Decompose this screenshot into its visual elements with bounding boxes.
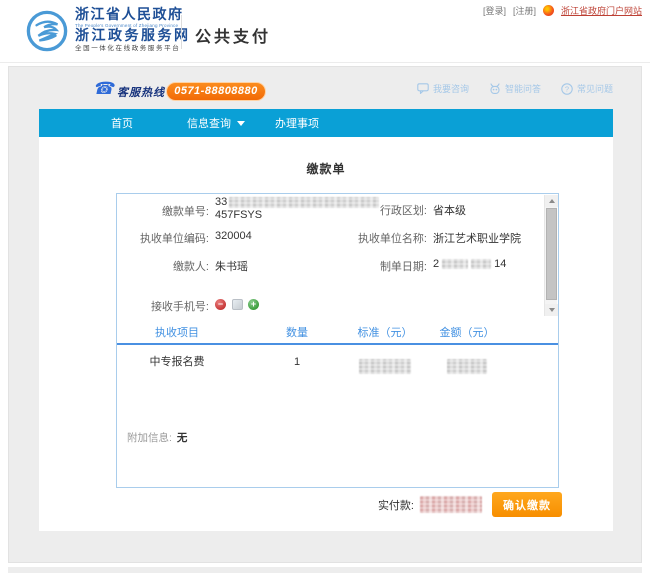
- page: 浙江省人民政府 The People's Government of Zheji…: [0, 0, 650, 574]
- chat-icon: [417, 83, 429, 94]
- amount-masked: [447, 359, 487, 374]
- fee-qty: 1: [267, 347, 327, 377]
- site-slogan: 全国一体化在线政务服务平台: [75, 46, 191, 53]
- pay-row: 实付款: 确认缴款: [378, 492, 562, 517]
- account-links: [登录] [注册] 浙江省政府门户网站: [483, 4, 642, 17]
- field-row-phone: 接收手机号: − +: [117, 298, 544, 314]
- help-links: 我要咨询 智能问答 ? 常见问题: [417, 82, 613, 95]
- nav-handle-matters-label: 办理事项: [275, 115, 319, 131]
- scroll-down-icon[interactable]: [545, 304, 558, 316]
- faq-link[interactable]: ? 常见问题: [561, 82, 613, 95]
- bill-no-value-line2: 457FSYS: [215, 209, 262, 221]
- date-value: 214: [433, 258, 506, 270]
- fee-amount: [427, 347, 507, 377]
- unit-name-label: 执收单位名称:: [297, 230, 427, 246]
- header-divider: [181, 15, 182, 49]
- extra-info: 附加信息: 无: [127, 430, 187, 445]
- consult-label: 我要咨询: [433, 82, 469, 95]
- date-masked-2: [471, 259, 491, 269]
- payer-value: 朱书瑶: [215, 258, 248, 274]
- payment-panel: 缴款单 缴款单号: 33 457FSYS 行政区划: 省本级 执收单位编码: 3…: [39, 137, 613, 531]
- unit-code-value: 320004: [215, 230, 252, 242]
- question-icon: ?: [561, 83, 573, 95]
- site-name: 浙江政务服务网: [75, 30, 191, 44]
- date-masked-1: [442, 259, 468, 269]
- hotline-number-badge: 0571-88808880: [166, 82, 266, 101]
- edit-icon[interactable]: [232, 299, 243, 310]
- nav-item-handle-matters[interactable]: 办理事项: [275, 115, 319, 131]
- register-link[interactable]: [注册]: [513, 4, 536, 17]
- region-label: 行政区划:: [297, 202, 427, 218]
- confirm-payment-button[interactable]: 确认缴款: [492, 492, 562, 517]
- col-qty: 数量: [267, 322, 327, 345]
- bill-no-label: 缴款单号:: [117, 203, 209, 219]
- hotline-label: 客服热线: [117, 84, 165, 100]
- phone-label: 接收手机号:: [117, 298, 209, 314]
- fee-table-row: 中专报名费 1: [117, 347, 558, 377]
- phone-icon: ☎: [92, 79, 117, 99]
- robot-icon: [489, 83, 501, 95]
- unit-name-value: 浙江艺术职业学院: [433, 230, 521, 246]
- field-row-payer-date: 缴款人: 朱书瑶 制单日期: 214: [117, 258, 544, 274]
- nav-home-label: 首页: [111, 115, 133, 131]
- col-amount: 金额（元）: [427, 322, 507, 345]
- extra-info-label: 附加信息:: [127, 432, 172, 444]
- col-standard: 标准（元）: [345, 322, 425, 345]
- region-value: 省本级: [433, 202, 466, 218]
- date-label: 制单日期:: [297, 258, 427, 274]
- svg-text:?: ?: [565, 84, 569, 93]
- faq-label: 常见问题: [577, 82, 613, 95]
- payment-slip-title: 缴款单: [39, 160, 613, 177]
- extra-info-value: 无: [177, 432, 188, 444]
- chevron-down-icon: [237, 121, 245, 126]
- gov-name-en: The People's Government of Zhejiang Prov…: [75, 24, 191, 29]
- nav-item-info-query[interactable]: 信息查询: [187, 115, 245, 131]
- nav-item-home[interactable]: 首页: [111, 115, 133, 131]
- national-emblem-icon: [543, 5, 554, 16]
- logo-text-block: 浙江省人民政府 The People's Government of Zheji…: [75, 9, 191, 52]
- consult-link[interactable]: 我要咨询: [417, 82, 469, 95]
- fields-scroll-area: 缴款单号: 33 457FSYS 行政区划: 省本级 执收单位编码: 32000…: [117, 194, 558, 318]
- field-row-unit: 执收单位编码: 320004 执收单位名称: 浙江艺术职业学院: [117, 230, 544, 246]
- payer-label: 缴款人:: [117, 258, 209, 274]
- standard-masked: [359, 359, 411, 374]
- fee-table-header: 执收项目 数量 标准（元） 金额（元）: [117, 322, 558, 345]
- scrollbar: [544, 195, 557, 316]
- scroll-up-icon[interactable]: [545, 195, 558, 207]
- fee-item: 中专报名费: [135, 347, 219, 377]
- site-header: 浙江省人民政府 The People's Government of Zheji…: [0, 0, 650, 63]
- nav-bar: 首页 信息查询 办理事项: [39, 109, 613, 137]
- portal-link[interactable]: 浙江省政府门户网站: [561, 4, 642, 17]
- smart-qa-label: 智能问答: [505, 82, 541, 95]
- smart-qa-link[interactable]: 智能问答: [489, 82, 541, 95]
- add-icon[interactable]: +: [248, 299, 259, 310]
- payment-detail-box: 缴款单号: 33 457FSYS 行政区划: 省本级 执收单位编码: 32000…: [116, 193, 559, 488]
- amount-due-masked: [420, 496, 482, 513]
- amount-due-label: 实付款:: [378, 497, 414, 513]
- unit-code-label: 执收单位编码:: [117, 230, 209, 246]
- gov-name: 浙江省人民政府: [75, 9, 191, 23]
- page-title: 公共支付: [195, 23, 271, 47]
- login-link[interactable]: [登录]: [483, 4, 506, 17]
- scrollbar-thumb[interactable]: [546, 208, 557, 300]
- content-container: ☎ 客服热线 0571-88808880 我要咨询 智能问答: [8, 66, 642, 563]
- nav-info-query-label: 信息查询: [187, 115, 231, 131]
- col-item: 执收项目: [135, 322, 219, 345]
- footer-strip: [8, 567, 642, 573]
- field-row-billno-region: 缴款单号: 33 457FSYS 行政区划: 省本级: [117, 196, 544, 212]
- site-logo: 浙江省人民政府 The People's Government of Zheji…: [26, 9, 191, 52]
- fee-standard: [345, 347, 425, 377]
- zhejiang-logo-icon: [26, 10, 68, 52]
- remove-icon[interactable]: −: [215, 299, 226, 310]
